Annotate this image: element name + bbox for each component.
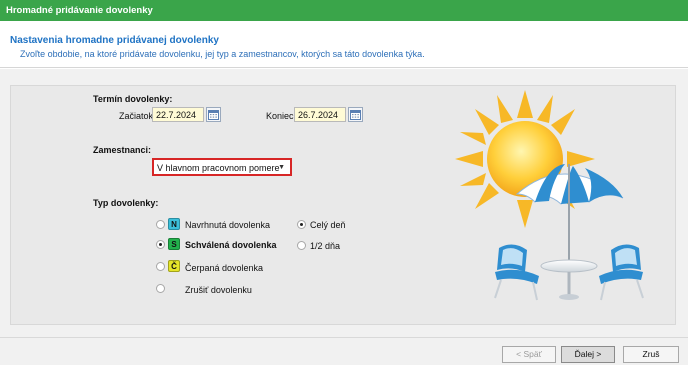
end-date-input[interactable]: 26.7.2024 <box>294 107 346 122</box>
leave-type-approved-label: Schválená dovolenka <box>185 240 277 250</box>
duration-half-day-label: 1/2 dňa <box>310 241 341 251</box>
next-button[interactable]: Ďalej > <box>561 346 615 363</box>
window-titlebar: Hromadné pridávanie dovolenky <box>0 0 688 21</box>
back-button[interactable]: < Späť <box>502 346 556 363</box>
start-date-calendar-button[interactable] <box>206 107 221 122</box>
end-date-label: Koniec <box>266 111 294 121</box>
sun-umbrella-beach-chairs-illustration <box>455 90 644 301</box>
duration-radio-full-day[interactable] <box>297 220 306 229</box>
page-title: Nastavenia hromadne pridávanej dovolenky <box>10 35 219 46</box>
footer-separator <box>0 337 688 338</box>
badge-proposed: N <box>168 218 180 230</box>
table-top <box>540 259 598 273</box>
leave-type-label: Typ dovolenky: <box>93 198 159 208</box>
employees-selected-value: V hlavnom pracovnom pomere <box>157 163 280 173</box>
start-date-input[interactable]: 22.7.2024 <box>152 107 204 122</box>
term-section-label: Termín dovolenky: <box>93 94 173 104</box>
leave-type-taken-label: Čerpaná dovolenka <box>185 263 264 273</box>
leave-type-radio-cancel[interactable] <box>156 284 165 293</box>
page-subtitle: Zvoľte obdobie, na ktoré pridávate dovol… <box>20 49 425 59</box>
calendar-icon <box>350 110 361 120</box>
employees-select[interactable]: V hlavnom pracovnom pomere ▼ <box>152 158 292 176</box>
beach-chair-right <box>599 244 644 301</box>
badge-approved: S <box>168 238 180 250</box>
employees-label: Zamestnanci: <box>93 145 152 155</box>
wizard-header: Nastavenia hromadne pridávanej dovolenky… <box>0 21 688 68</box>
cancel-button[interactable]: Zruš <box>623 346 679 363</box>
start-date-label: Začiatok <box>119 111 154 121</box>
calendar-icon <box>208 110 219 120</box>
duration-radio-half-day[interactable] <box>297 241 306 250</box>
leave-type-radio-approved[interactable] <box>156 240 165 249</box>
leave-type-radio-proposed[interactable] <box>156 220 165 229</box>
end-date-calendar-button[interactable] <box>348 107 363 122</box>
window-title: Hromadné pridávanie dovolenky <box>6 5 153 16</box>
leave-type-cancel-label: Zrušiť dovolenku <box>185 285 252 295</box>
badge-taken: Č <box>168 260 180 272</box>
leave-type-radio-taken[interactable] <box>156 262 165 271</box>
beach-chair-left <box>494 244 539 301</box>
leave-type-proposed-label: Navrhnutá dovolenka <box>185 220 271 230</box>
duration-full-day-label: Celý deň <box>310 220 346 230</box>
chevron-down-icon: ▼ <box>278 164 285 171</box>
